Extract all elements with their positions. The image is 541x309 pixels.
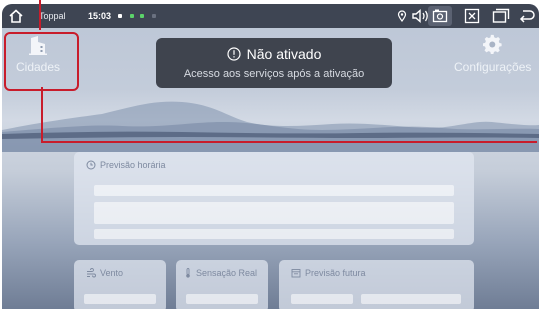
hourly-title: Previsão horária: [100, 160, 166, 170]
close-window-icon[interactable]: [464, 4, 480, 28]
wind-card[interactable]: Vento: [74, 260, 166, 309]
settings-label: Configurações: [454, 60, 532, 74]
feels-like-card[interactable]: Sensação Real: [176, 260, 268, 309]
back-icon[interactable]: [518, 4, 536, 28]
thermometer-icon: [186, 268, 190, 278]
notification-dot: [152, 14, 156, 18]
placeholder-bar: [361, 294, 461, 304]
annotation-line: [39, 0, 41, 30]
wind-icon: [87, 268, 96, 278]
window-icon[interactable]: [492, 4, 510, 28]
future-forecast-card[interactable]: Previsão futura: [279, 260, 474, 309]
home-icon[interactable]: [8, 4, 24, 28]
device-display: Toppal 15:03 Cidades Configurações Não a…: [2, 4, 539, 309]
settings-tile[interactable]: Configurações: [454, 34, 531, 74]
screenshot-icon[interactable]: [428, 6, 452, 26]
wind-title: Vento: [100, 268, 124, 278]
clock-icon: [86, 160, 96, 170]
activation-toast: Não ativado Acesso aos serviços após a a…: [156, 38, 392, 88]
location-icon: [397, 4, 407, 28]
status-bar: Toppal 15:03: [2, 4, 539, 28]
calendar-icon: [291, 269, 301, 278]
future-title: Previsão futura: [305, 268, 366, 278]
notification-dot: [130, 14, 134, 18]
placeholder-bar: [186, 294, 258, 304]
screen: Toppal 15:03 Cidades Configurações Não a…: [0, 0, 541, 309]
placeholder-bar: [94, 202, 454, 224]
toast-title: Não ativado: [246, 46, 322, 62]
alert-circle-icon: [227, 47, 241, 61]
annotation-box-cities: [4, 32, 79, 91]
notification-dot: [140, 14, 144, 18]
placeholder-bar: [94, 185, 454, 196]
placeholder-bar: [94, 229, 454, 239]
app-label: Toppal: [39, 11, 66, 21]
toast-subtitle: Acesso aos serviços após a ativação: [183, 68, 365, 80]
placeholder-bar: [291, 294, 353, 304]
landscape-wave: [2, 101, 539, 152]
hourly-forecast-card[interactable]: Previsão horária: [74, 152, 474, 245]
notification-dot: [118, 14, 122, 18]
placeholder-bar: [84, 294, 156, 304]
clock-time: 15:03: [88, 11, 112, 21]
feels-like-title: Sensação Real: [196, 268, 258, 278]
annotation-line: [41, 87, 43, 142]
gear-icon: [482, 34, 502, 54]
annotation-line: [41, 141, 537, 143]
